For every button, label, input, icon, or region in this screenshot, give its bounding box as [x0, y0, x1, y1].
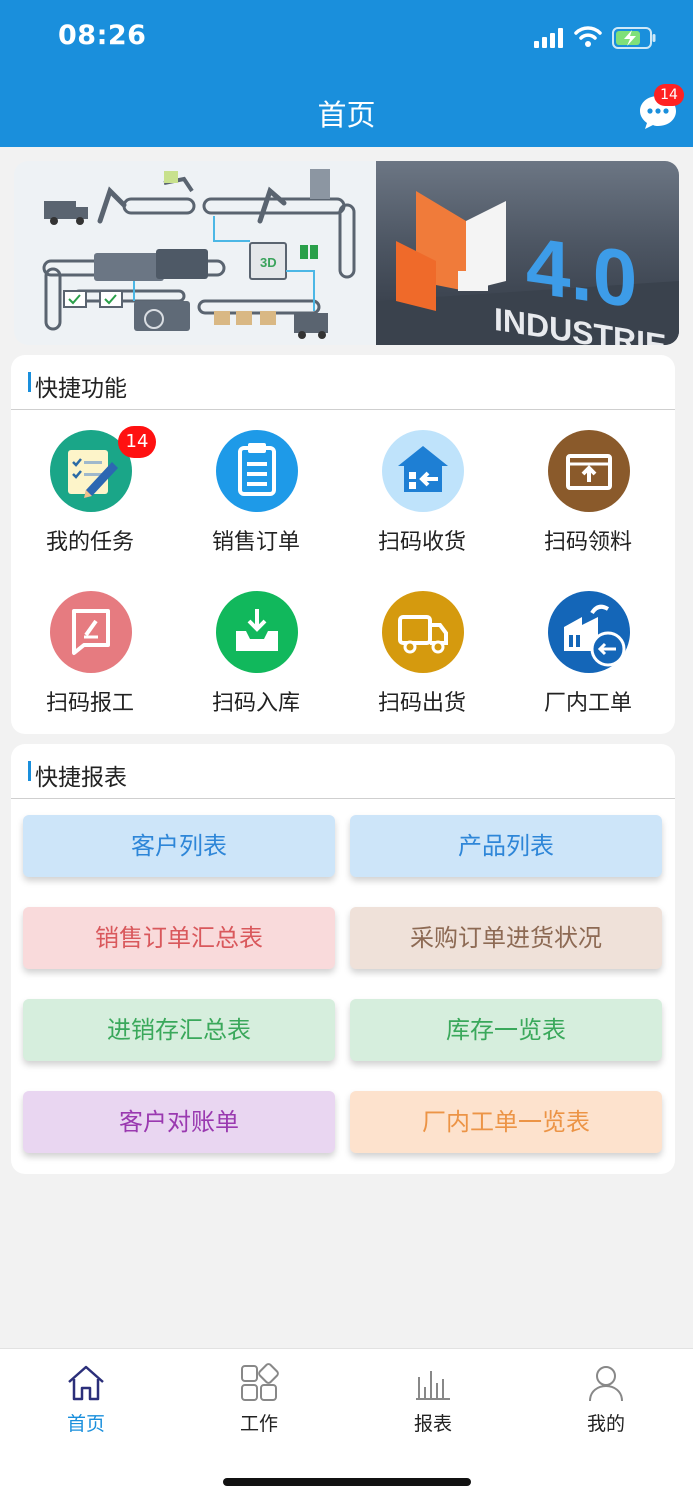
quick-item-label: 销售订单	[211, 530, 300, 555]
report-product-list-button[interactable]: 产品列表	[350, 815, 662, 877]
quick-item-scan-stock-in[interactable]: 扫码入库	[178, 591, 334, 731]
page-title: 首页	[317, 98, 376, 132]
report-stock-overview-button[interactable]: 库存一览表	[350, 999, 662, 1061]
quick-item-factory-workorder[interactable]: 厂内工单	[510, 591, 666, 731]
quick-item-scan-ship[interactable]: 扫码出货	[344, 591, 500, 731]
factory-return-icon	[548, 591, 630, 673]
quick-item-label: 扫码入库	[211, 691, 300, 716]
section-accent-bar	[28, 761, 31, 781]
quick-item-my-tasks[interactable]: 14 我的任务	[12, 426, 168, 570]
tab-label: 首页	[66, 1413, 105, 1435]
user-icon	[589, 1366, 623, 1402]
home-indicator[interactable]	[223, 1478, 471, 1486]
bar-chart-icon	[416, 1371, 450, 1400]
status-time: 08:26	[58, 20, 147, 51]
quick-functions-title: 快捷功能	[35, 376, 127, 402]
inbox-download-icon	[216, 591, 298, 673]
report-sales-summary-button[interactable]: 销售订单汇总表	[23, 907, 335, 969]
top-header: 08:26 首页 14	[0, 0, 693, 147]
quick-reports-header: 快捷报表	[11, 744, 675, 799]
warehouse-receive-icon	[382, 430, 464, 512]
box-up-icon	[548, 430, 630, 512]
quick-item-label: 扫码报工	[45, 691, 134, 716]
tab-label: 工作	[239, 1413, 278, 1435]
industrie-4-photo: 4.0 INDUSTRIE	[376, 161, 679, 345]
quick-item-label: 扫码收货	[377, 530, 466, 555]
quick-reports-title: 快捷报表	[35, 765, 127, 791]
report-customer-list-button[interactable]: 客户列表	[23, 815, 335, 877]
wifi-icon	[574, 26, 602, 47]
task-count-badge: 14	[118, 426, 156, 458]
quick-item-scan-report[interactable]: 扫码报工	[12, 591, 168, 731]
section-accent-bar	[28, 372, 31, 392]
battery-icon	[612, 27, 656, 49]
tab-reports[interactable]: 报表	[373, 1363, 493, 1435]
report-edit-icon	[50, 591, 132, 673]
factory-illustration: 3D	[14, 161, 376, 345]
report-purchase-status-button[interactable]: 采购订单进货状况	[350, 907, 662, 969]
tab-work[interactable]: 工作	[199, 1363, 319, 1435]
quick-item-label: 扫码出货	[377, 691, 466, 716]
report-customer-statement-button[interactable]: 客户对账单	[23, 1091, 335, 1153]
quick-item-label: 我的任务	[45, 530, 134, 555]
truck-icon	[382, 591, 464, 673]
banner-image[interactable]: 3D 4.0 INDUSTRIE	[14, 161, 679, 345]
message-count-badge: 14	[654, 84, 684, 106]
quick-reports-card: 快捷报表 客户列表 产品列表 销售订单汇总表 采购订单进货状况 进销存汇总表 库…	[11, 744, 675, 1174]
tab-label: 报表	[413, 1413, 452, 1435]
quick-functions-header: 快捷功能	[11, 355, 675, 410]
quick-item-scan-receive[interactable]: 扫码收货	[344, 430, 500, 570]
quick-item-label: 厂内工单	[543, 691, 632, 716]
quick-item-sales-orders[interactable]: 销售订单	[178, 430, 334, 570]
tab-home[interactable]: 首页	[26, 1363, 146, 1435]
cellular-signal-icon	[534, 28, 563, 48]
report-inventory-flow-button[interactable]: 进销存汇总表	[23, 999, 335, 1061]
report-workorder-overview-button[interactable]: 厂内工单一览表	[350, 1091, 662, 1153]
banner-3d-text: 3D	[260, 255, 277, 270]
home-icon	[68, 1365, 104, 1401]
tab-mine[interactable]: 我的	[546, 1363, 666, 1435]
apps-icon	[241, 1363, 279, 1401]
quick-functions-card: 快捷功能 14 我的任务 销售订单 扫码收货 扫码领料 扫码报工 扫码入库 扫码…	[11, 355, 675, 734]
tab-label: 我的	[586, 1413, 625, 1435]
quick-item-scan-pick[interactable]: 扫码领料	[510, 430, 666, 570]
quick-item-label: 扫码领料	[543, 530, 632, 555]
clipboard-icon	[216, 430, 298, 512]
